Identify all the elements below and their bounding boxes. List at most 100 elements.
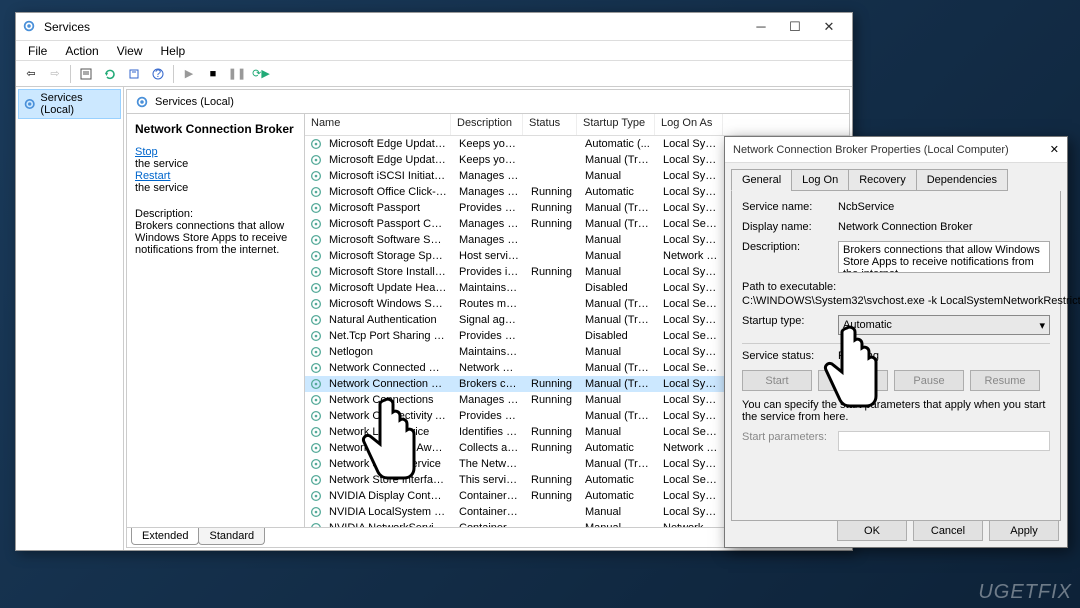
cancel-button[interactable]: Cancel bbox=[913, 520, 983, 541]
col-logon[interactable]: Log On As bbox=[655, 114, 723, 135]
props-titlebar[interactable]: Network Connection Broker Properties (Lo… bbox=[725, 137, 1067, 163]
service-desc: Provides Dir... bbox=[453, 410, 525, 422]
service-logon: Local Syste... bbox=[657, 282, 725, 294]
tab-dependencies[interactable]: Dependencies bbox=[916, 169, 1008, 191]
service-name: Microsoft Passport bbox=[323, 202, 453, 214]
service-startup: Manual (Trig... bbox=[579, 378, 657, 390]
service-logon: Local Syste... bbox=[657, 346, 725, 358]
start-params-label: Start parameters: bbox=[742, 431, 838, 443]
refresh-button[interactable] bbox=[99, 63, 121, 85]
service-logon: Local Service bbox=[657, 426, 725, 438]
col-description[interactable]: Description bbox=[451, 114, 523, 135]
service-logon: Local Syste... bbox=[657, 202, 725, 214]
service-gear-icon bbox=[309, 489, 323, 503]
ok-button[interactable]: OK bbox=[837, 520, 907, 541]
pause-button[interactable]: Pause bbox=[894, 370, 964, 391]
menubar: File Action View Help bbox=[16, 41, 852, 61]
service-desc: Manages lo... bbox=[453, 218, 525, 230]
service-desc: Manages re... bbox=[453, 186, 525, 198]
service-status-value: Running bbox=[838, 350, 1050, 362]
service-gear-icon bbox=[309, 313, 323, 327]
service-logon: Local Syste... bbox=[657, 490, 725, 502]
content-header: Services (Local) bbox=[127, 90, 849, 114]
menu-view[interactable]: View bbox=[109, 42, 151, 60]
start-service-button[interactable]: ▶ bbox=[178, 63, 200, 85]
startup-type-label: Startup type: bbox=[742, 315, 838, 327]
restart-service-button[interactable]: ⟳▶ bbox=[250, 63, 272, 85]
service-logon: Local Syste... bbox=[657, 266, 725, 278]
service-name-label: Service name: bbox=[742, 201, 838, 213]
service-logon: Local Syste... bbox=[657, 378, 725, 390]
props-title: Network Connection Broker Properties (Lo… bbox=[733, 144, 1050, 156]
service-desc: Keeps your ... bbox=[453, 154, 525, 166]
tab-general[interactable]: General bbox=[731, 169, 792, 191]
tab-logon[interactable]: Log On bbox=[791, 169, 849, 191]
service-gear-icon bbox=[309, 425, 323, 439]
pause-service-button[interactable]: ❚❚ bbox=[226, 63, 248, 85]
service-status: Running bbox=[525, 378, 579, 390]
service-startup: Manual (Trig... bbox=[579, 298, 657, 310]
stop-service-button[interactable]: ■ bbox=[202, 63, 224, 85]
toolbar: ⇦ ⇨ ? ▶ ■ ❚❚ ⟳▶ bbox=[16, 61, 852, 87]
service-startup: Automatic bbox=[579, 490, 657, 502]
menu-action[interactable]: Action bbox=[57, 42, 106, 60]
service-desc: Manages o... bbox=[453, 394, 525, 406]
service-gear-icon bbox=[309, 137, 323, 151]
service-logon: Local Syste... bbox=[657, 170, 725, 182]
window-title: Services bbox=[44, 20, 744, 34]
export-button[interactable] bbox=[123, 63, 145, 85]
col-startup[interactable]: Startup Type bbox=[577, 114, 655, 135]
service-logon: Local Syste... bbox=[657, 138, 725, 150]
service-startup: Manual bbox=[579, 506, 657, 518]
properties-button[interactable] bbox=[75, 63, 97, 85]
tab-standard[interactable]: Standard bbox=[198, 528, 265, 545]
service-startup: Automatic bbox=[579, 442, 657, 454]
service-startup: Manual (Trig... bbox=[579, 410, 657, 422]
start-button[interactable]: Start bbox=[742, 370, 812, 391]
maximize-button[interactable]: ☐ bbox=[778, 16, 812, 38]
titlebar[interactable]: Services ─ ☐ ✕ bbox=[16, 13, 852, 41]
restart-link[interactable]: Restart bbox=[135, 170, 296, 182]
back-button[interactable]: ⇦ bbox=[20, 63, 42, 85]
resume-button[interactable]: Resume bbox=[970, 370, 1040, 391]
help-button[interactable]: ? bbox=[147, 63, 169, 85]
service-gear-icon bbox=[309, 153, 323, 167]
forward-button[interactable]: ⇨ bbox=[44, 63, 66, 85]
tab-recovery[interactable]: Recovery bbox=[848, 169, 916, 191]
col-status[interactable]: Status bbox=[523, 114, 577, 135]
close-button[interactable]: ✕ bbox=[812, 16, 846, 38]
service-logon: Local Syste... bbox=[657, 186, 725, 198]
service-gear-icon bbox=[309, 249, 323, 263]
tab-extended[interactable]: Extended bbox=[131, 528, 199, 545]
menu-help[interactable]: Help bbox=[153, 42, 194, 60]
service-name: Network Connected Device... bbox=[323, 362, 453, 374]
minimize-button[interactable]: ─ bbox=[744, 16, 778, 38]
menu-file[interactable]: File bbox=[20, 42, 55, 60]
service-gear-icon bbox=[309, 393, 323, 407]
service-logon: Network S... bbox=[657, 250, 725, 262]
service-gear-icon bbox=[309, 441, 323, 455]
stop-button[interactable]: Stop bbox=[818, 370, 888, 391]
service-startup: Automatic bbox=[579, 474, 657, 486]
stop-link[interactable]: Stop bbox=[135, 146, 296, 158]
service-startup: Manual bbox=[579, 266, 657, 278]
service-name: Network Location Awareness bbox=[323, 442, 453, 454]
props-close-button[interactable]: ✕ bbox=[1050, 143, 1059, 156]
start-params-hint: You can specify the start parameters tha… bbox=[742, 399, 1050, 423]
service-status: Running bbox=[525, 394, 579, 406]
startup-type-select[interactable]: Automatic▾ bbox=[838, 315, 1050, 335]
service-desc: Brokers con... bbox=[453, 378, 525, 390]
service-logon: Local Service bbox=[657, 218, 725, 230]
description-label: Description: bbox=[742, 241, 838, 253]
service-desc: Provides abi... bbox=[453, 330, 525, 342]
service-desc: Host service... bbox=[453, 250, 525, 262]
service-logon: Local Syste... bbox=[657, 314, 725, 326]
service-logon: Local Syste... bbox=[657, 458, 725, 470]
service-name: Network Setup Service bbox=[323, 458, 453, 470]
tree-node-services-local[interactable]: Services (Local) bbox=[18, 89, 121, 119]
service-startup: Disabled bbox=[579, 330, 657, 342]
service-logon: Local Syste... bbox=[657, 154, 725, 166]
col-name[interactable]: Name bbox=[305, 114, 451, 135]
service-desc: Provides pr... bbox=[453, 202, 525, 214]
apply-button[interactable]: Apply bbox=[989, 520, 1059, 541]
